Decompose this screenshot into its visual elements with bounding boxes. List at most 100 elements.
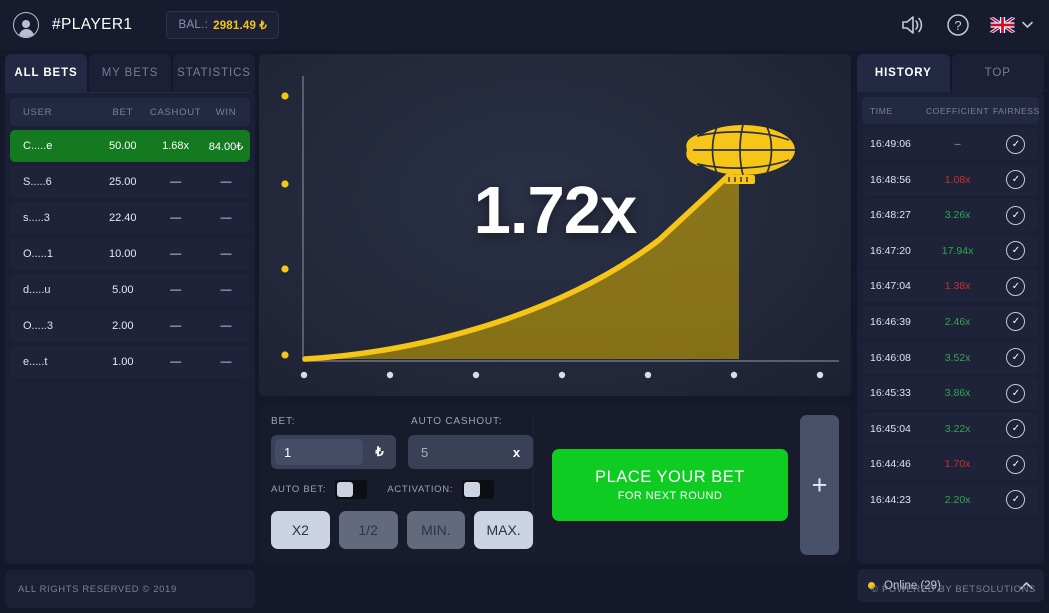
bet-input[interactable]: 1 ₺ — [271, 435, 396, 469]
multiplier-value: 1.72x — [473, 173, 638, 248]
check-circle-icon[interactable]: ✓ — [1006, 419, 1026, 439]
place-bet-button[interactable]: PLACE YOUR BET FOR NEXT ROUND — [552, 449, 788, 521]
history-rows: 16:49:06 – ✓ 16:48:56 1.08x ✓ 16:48:27 3… — [862, 128, 1039, 516]
cell-win: 84.00₺ — [208, 140, 244, 153]
history-table-header: TIME COEFFICIENT FAIRNESS — [862, 97, 1039, 124]
cell-bet: 5.00 — [112, 284, 134, 296]
bets-tabs: ALL BETS MY BETS STATISTICS — [5, 54, 255, 92]
cell-time: 16:44:23 — [870, 493, 911, 506]
cell-win: — — [220, 176, 232, 188]
check-circle-icon[interactable]: ✓ — [1006, 205, 1026, 225]
tab-all-bets[interactable]: ALL BETS — [5, 54, 87, 92]
cell-time: 16:47:20 — [870, 244, 911, 257]
activation-toggle[interactable] — [462, 480, 495, 499]
balance-badge[interactable]: BAL.: 2981.49 ₺ — [166, 11, 279, 39]
cell-fairness: ✓ — [993, 383, 1039, 403]
sound-on-icon[interactable] — [900, 14, 926, 36]
table-row[interactable]: d.....u 5.00 — — — [10, 274, 250, 306]
cell-user: e.....t — [23, 356, 48, 368]
cell-coefficient: 2.20x — [944, 493, 971, 506]
cell-bet: 1.00 — [112, 356, 134, 368]
check-circle-icon[interactable]: ✓ — [1006, 383, 1026, 403]
column-coefficient: COEFFICIENT — [925, 105, 990, 116]
balance-label: BAL.: — [178, 19, 209, 31]
column-time: TIME — [870, 105, 893, 116]
table-row[interactable]: s.....3 22.40 — — — [10, 202, 250, 234]
cell-coefficient: – — [954, 138, 961, 150]
game-graph: 1.72x — [259, 54, 851, 396]
table-row[interactable]: 16:48:27 3.26x ✓ — [862, 199, 1039, 232]
quick-bet-12-button[interactable]: 1/2 — [338, 511, 398, 549]
header-actions: ? — [900, 13, 1033, 37]
balance-value: 2981.49 ₺ — [213, 20, 267, 32]
cell-fairness: ✓ — [993, 348, 1039, 368]
chevron-down-icon — [1022, 21, 1033, 28]
table-row[interactable]: 16:45:33 3.86x ✓ — [862, 377, 1039, 410]
table-row[interactable]: S.....6 25.00 — — — [10, 166, 250, 198]
cell-cashout: — — [170, 356, 182, 368]
cell-cashout: 1.68x — [162, 140, 190, 152]
check-circle-icon[interactable]: ✓ — [1006, 170, 1026, 190]
tab-my-bets[interactable]: MY BETS — [89, 54, 171, 92]
cell-user: O.....3 — [23, 320, 53, 332]
language-selector[interactable] — [990, 17, 1033, 33]
auto-bet-label: AUTO BET: — [271, 484, 327, 495]
table-row[interactable]: 16:47:20 17.94x ✓ — [862, 234, 1039, 267]
quick-bet-min-button[interactable]: MIN. — [406, 511, 466, 549]
table-row[interactable]: O.....3 2.00 — — — [10, 310, 250, 342]
cell-coefficient: 3.52x — [944, 351, 971, 364]
table-row[interactable]: 16:46:39 2.46x ✓ — [862, 305, 1039, 338]
cell-cashout: — — [170, 176, 182, 188]
cell-coefficient: 3.26x — [944, 209, 971, 222]
help-question-icon[interactable]: ? — [946, 13, 970, 37]
table-row[interactable]: 16:44:46 1.70x ✓ — [862, 448, 1039, 481]
quick-bet-buttons: X2 1/2 MIN. MAX. — [271, 511, 533, 549]
history-list-container: TIME COEFFICIENT FAIRNESS 16:49:06 – ✓ 1… — [857, 92, 1044, 564]
auto-bet-toggle[interactable] — [335, 480, 368, 499]
cell-coefficient: 3.86x — [944, 387, 971, 400]
history-tabs: HISTORY TOP — [857, 54, 1044, 92]
cell-coefficient: 1.70x — [944, 458, 971, 471]
cell-user: d.....u — [23, 284, 51, 296]
game-area: 1.72x BET: AUTO CASHOUT: 1 ₺ 5 x AUTO BE… — [259, 54, 851, 564]
tab-history[interactable]: HISTORY — [857, 54, 950, 92]
quick-bet-x2-button[interactable]: X2 — [271, 511, 330, 549]
table-row[interactable]: 16:48:56 1.08x ✓ — [862, 163, 1039, 196]
cell-coefficient: 17.94x — [941, 244, 974, 257]
table-row[interactable]: 16:49:06 – ✓ — [862, 128, 1039, 160]
activation-label: ACTIVATION: — [387, 484, 454, 495]
tab-top[interactable]: TOP — [951, 54, 1044, 92]
table-row[interactable]: e.....t 1.00 — — — [10, 346, 250, 378]
table-row[interactable]: O.....1 10.00 — — — [10, 238, 250, 270]
plus-icon[interactable]: + — [800, 415, 839, 555]
multiplier-suffix-icon: x — [512, 444, 521, 460]
check-circle-icon[interactable]: ✓ — [1006, 241, 1026, 261]
cell-coefficient: 3.22x — [944, 422, 971, 435]
bet-input-value[interactable]: 1 — [275, 439, 363, 465]
auto-cashout-input[interactable]: 5 x — [408, 435, 533, 469]
table-row[interactable]: 16:45:04 3.22x ✓ — [862, 412, 1039, 445]
quick-bet-max-button[interactable]: MAX. — [474, 511, 533, 549]
cell-coefficient: 1.08x — [944, 173, 971, 186]
check-circle-icon[interactable]: ✓ — [1006, 348, 1026, 368]
tab-statistics[interactable]: STATISTICS — [173, 54, 255, 92]
cell-bet: 25.00 — [109, 176, 137, 188]
cell-fairness: ✓ — [993, 276, 1039, 296]
history-panel: HISTORY TOP TIME COEFFICIENT FAIRNESS 16:… — [857, 54, 1044, 602]
table-row[interactable]: 16:44:23 2.20x ✓ — [862, 483, 1039, 516]
table-row[interactable]: C.....e 50.00 1.68x 84.00₺ — [10, 130, 250, 162]
cell-fairness: ✓ — [993, 312, 1039, 332]
auto-cashout-input-value[interactable]: 5 — [412, 439, 500, 465]
cell-coefficient: 1.38x — [944, 280, 971, 293]
cell-time: 16:45:33 — [870, 387, 911, 400]
check-circle-icon[interactable]: ✓ — [1006, 454, 1026, 474]
check-circle-icon[interactable]: ✓ — [1006, 312, 1026, 332]
cell-cashout: — — [170, 284, 182, 296]
check-circle-icon[interactable]: ✓ — [1006, 134, 1026, 154]
check-circle-icon[interactable]: ✓ — [1006, 490, 1026, 510]
check-circle-icon[interactable]: ✓ — [1006, 276, 1026, 296]
cell-bet: 50.00 — [109, 140, 137, 152]
table-row[interactable]: 16:47:04 1.38x ✓ — [862, 270, 1039, 303]
table-row[interactable]: 16:46:08 3.52x ✓ — [862, 341, 1039, 374]
user-avatar-icon[interactable] — [13, 12, 39, 38]
